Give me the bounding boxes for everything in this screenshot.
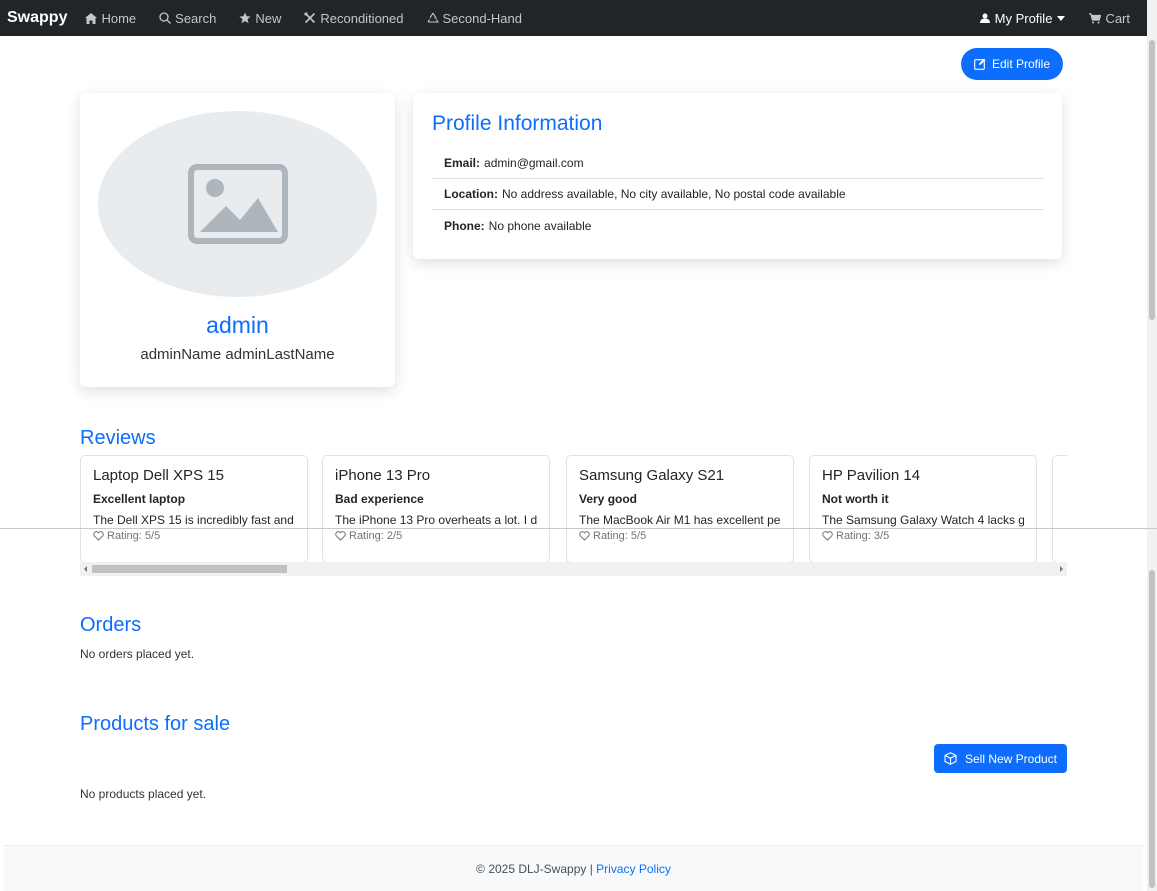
review-text: The Samsung Galaxy Watch 4 lacks go [822, 513, 1024, 527]
nav-second-hand-label: Second-Hand [442, 10, 523, 26]
review-title: Excellent laptop [93, 492, 186, 506]
profile-full-name: adminName adminLastName [140, 346, 335, 363]
nav-reconditioned-label: Reconditioned [320, 10, 404, 26]
orders-empty-text: No orders placed yet. [80, 647, 195, 661]
nav-new-label: New [255, 10, 282, 26]
reviews-carousel[interactable]: Laptop Dell XPS 15 Excellent laptop The … [80, 455, 1067, 564]
review-rating-text: Rating: 5/5 [593, 530, 647, 542]
star-icon [239, 12, 251, 24]
review-card[interactable]: iPhone 13 Pro Bad experience The iPhone … [322, 455, 550, 563]
tools-icon [304, 12, 316, 24]
search-icon [159, 12, 172, 24]
edit-profile-label: Edit Profile [991, 57, 1051, 71]
products-empty-text: No products placed yet. [80, 787, 207, 801]
review-title: Bad experience [335, 492, 424, 506]
brand-logo[interactable]: Swappy [7, 9, 67, 27]
nav-home[interactable]: Home [85, 11, 136, 26]
review-product-name: Samsung Galaxy S21 [579, 467, 725, 484]
recycle-icon [427, 12, 439, 23]
edit-profile-button[interactable]: Edit Profile [961, 48, 1063, 80]
review-card-partial[interactable] [1052, 455, 1067, 563]
phone-row: Phone: No phone available [432, 210, 1044, 241]
phone-value: No phone available [488, 218, 592, 233]
nav-cart[interactable]: Cart [1089, 11, 1130, 26]
heart-icon [93, 531, 104, 541]
review-product-name: iPhone 13 Pro [335, 467, 431, 484]
edit-icon [974, 58, 986, 70]
user-icon [979, 13, 990, 23]
my-profile-label: My Profile [994, 10, 1053, 26]
email-label: Email: [444, 156, 481, 170]
profile-information-title: Profile Information [432, 112, 603, 135]
review-text: The iPhone 13 Pro overheats a lot. I do [335, 513, 537, 527]
profile-username: admin [206, 312, 269, 338]
nav-second-hand[interactable]: Second-Hand [427, 10, 523, 26]
box-icon [944, 752, 957, 765]
reviews-title: Reviews [80, 427, 156, 449]
review-text: The Dell XPS 15 is incredibly fast and e [93, 513, 295, 527]
review-product-name: Laptop Dell XPS 15 [93, 467, 224, 484]
products-title: Products for sale [80, 713, 231, 735]
review-title: Not worth it [822, 492, 889, 506]
review-rating: Rating: 5/5 [93, 530, 295, 542]
navbar: Swappy Home Search New Reconditioned Sec… [0, 0, 1147, 36]
scroll-right-icon[interactable] [1060, 566, 1063, 572]
nav-right: My Profile Cart [979, 0, 1147, 36]
phone-label: Phone: [444, 218, 485, 233]
review-text: The MacBook Air M1 has excellent pe [579, 513, 781, 527]
page-scrollbar-thumb-lower[interactable] [1149, 570, 1155, 888]
review-card[interactable]: HP Pavilion 14 Not worth it The Samsung … [809, 455, 1037, 563]
my-profile-dropdown[interactable]: My Profile [979, 10, 1066, 26]
review-rating-text: Rating: 5/5 [107, 530, 161, 542]
profile-information-card: Profile Information Email: admin@gmail.c… [413, 93, 1062, 259]
heart-icon [579, 531, 590, 541]
cart-label: Cart [1105, 10, 1130, 26]
location-row: Location: No address available, No city … [432, 179, 1044, 210]
review-title: Very good [579, 492, 638, 506]
page-scrollbar-thumb[interactable] [1149, 40, 1155, 320]
review-product-name: HP Pavilion 14 [822, 467, 921, 484]
reviews-scrollbar[interactable] [80, 562, 1067, 576]
sell-new-product-label: Sell New Product [964, 751, 1058, 766]
footer-copyright: © 2025 DLJ-Swappy | [476, 861, 593, 876]
chevron-down-icon [1057, 15, 1066, 21]
nav-search[interactable]: Search [159, 11, 216, 26]
home-icon [85, 12, 98, 24]
cart-icon [1089, 12, 1102, 23]
review-rating: Rating: 5/5 [579, 530, 781, 542]
privacy-policy-link[interactable]: Privacy Policy [596, 862, 671, 876]
profile-card: admin adminName adminLastName [80, 93, 395, 387]
reviews-scrollbar-thumb[interactable] [92, 565, 287, 573]
email-row: Email: admin@gmail.com [432, 148, 1044, 179]
email-value: admin@gmail.com [484, 156, 584, 170]
sell-new-product-button[interactable]: Sell New Product [934, 744, 1067, 773]
nav-home-label: Home [101, 10, 137, 26]
scroll-left-icon[interactable] [84, 566, 87, 572]
image-placeholder-icon [187, 164, 288, 244]
location-value: No address available, No city available,… [502, 187, 846, 201]
divider [0, 528, 1157, 529]
review-card[interactable]: Samsung Galaxy S21 Very good The MacBook… [566, 455, 794, 563]
review-card[interactable]: Laptop Dell XPS 15 Excellent laptop The … [80, 455, 308, 563]
review-rating-text: Rating: 2/5 [349, 530, 403, 542]
review-rating-text: Rating: 3/5 [836, 530, 890, 542]
orders-title: Orders [80, 614, 142, 636]
page-scrollbar[interactable] [1147, 0, 1157, 891]
review-rating: Rating: 3/5 [822, 530, 1024, 542]
location-label: Location: [444, 187, 498, 201]
heart-icon [335, 531, 346, 541]
nav-reconditioned[interactable]: Reconditioned [304, 10, 404, 26]
heart-icon [822, 531, 833, 541]
footer: © 2025 DLJ-Swappy | Privacy Policy [4, 845, 1143, 891]
review-rating: Rating: 2/5 [335, 530, 537, 542]
avatar [98, 111, 377, 297]
nav-new[interactable]: New [239, 11, 281, 26]
nav-search-label: Search [175, 10, 217, 26]
